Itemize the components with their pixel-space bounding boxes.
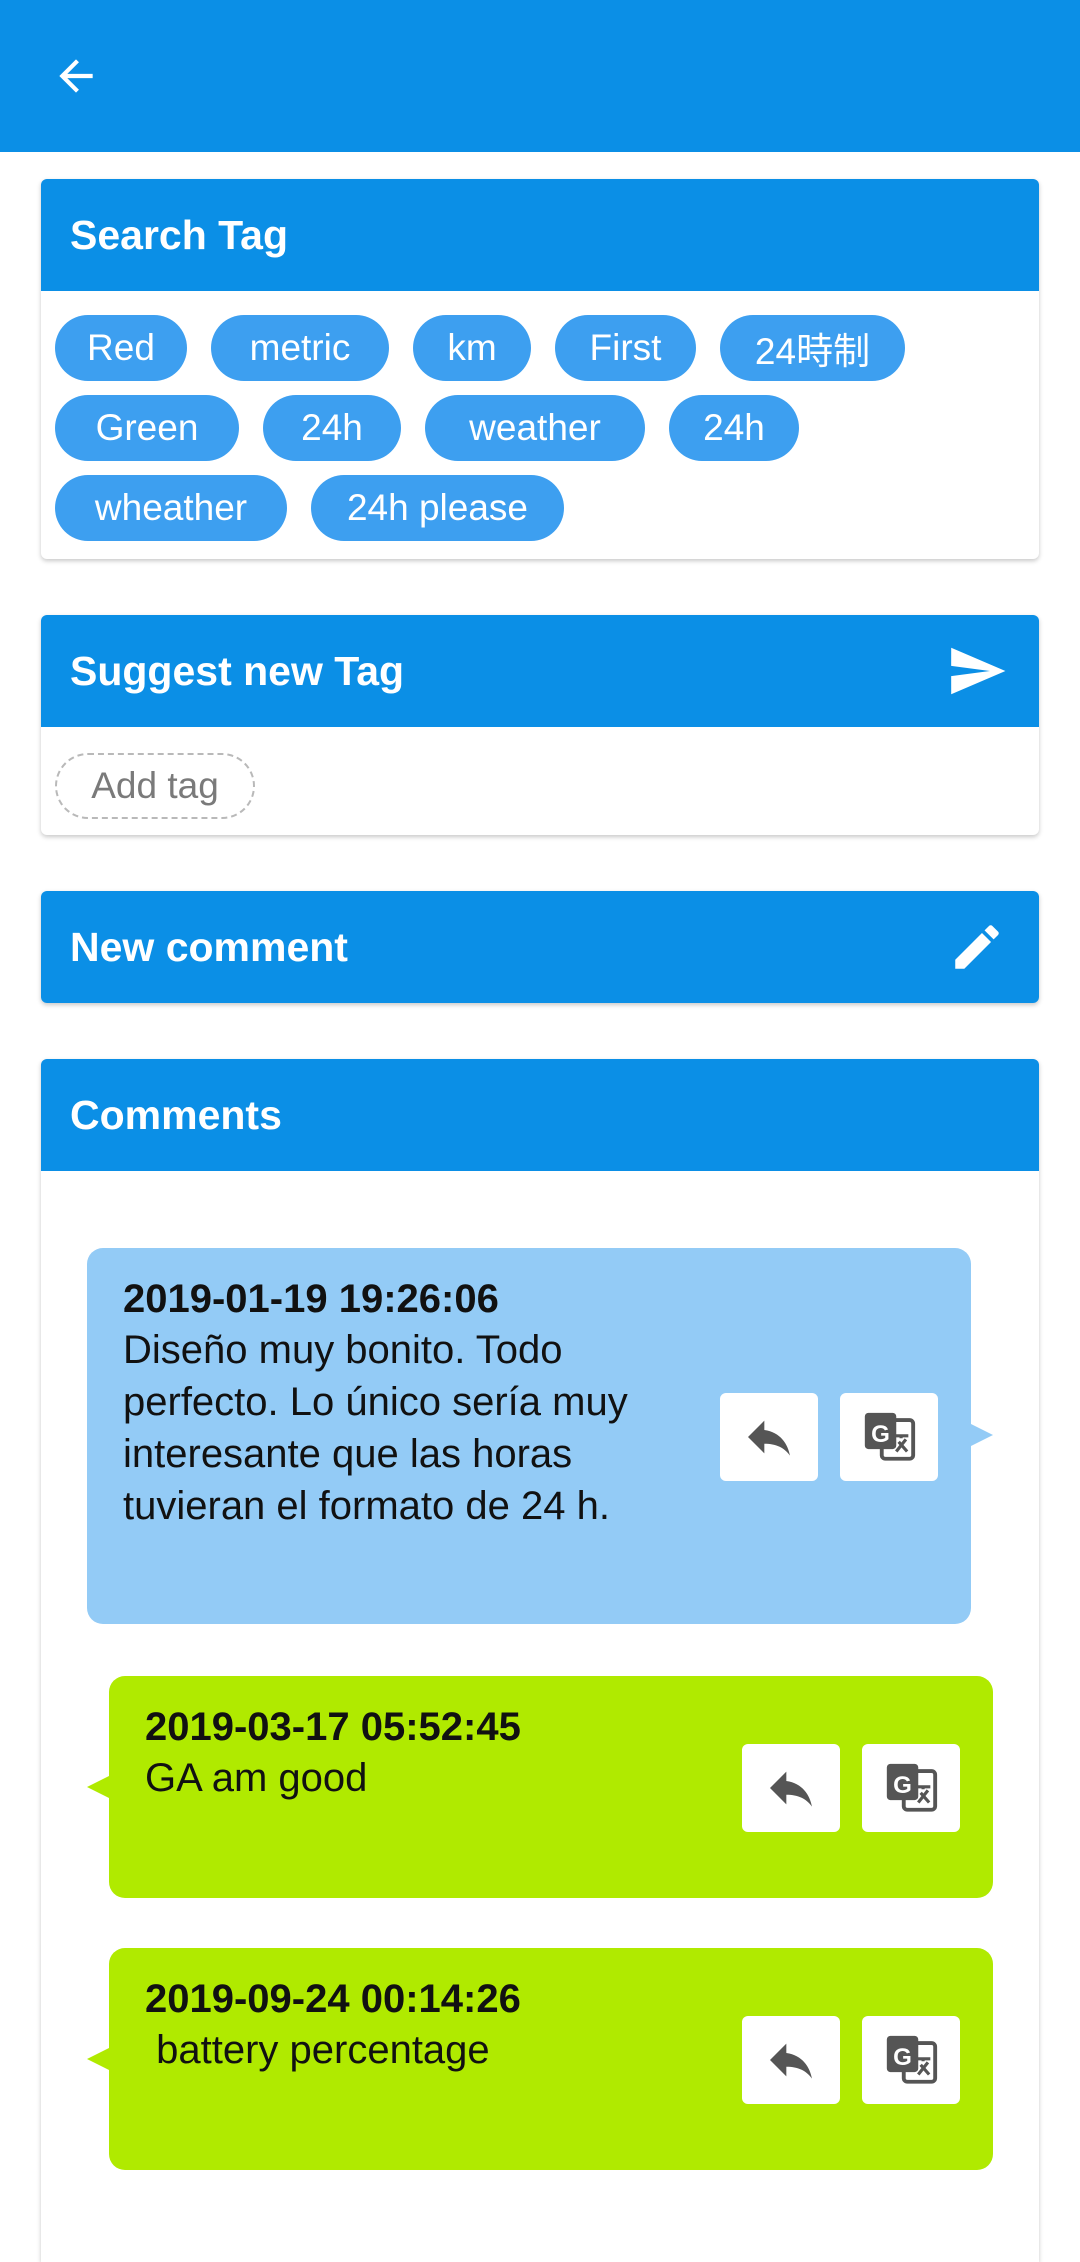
reply-icon	[770, 1771, 812, 1807]
add-tag-input[interactable]: Add tag	[55, 753, 255, 819]
svg-text:G: G	[871, 1421, 890, 1448]
comment-bubble: 2019-01-19 19:26:06 Diseño muy bonito. T…	[87, 1248, 971, 1624]
tag-chip[interactable]: Green	[55, 395, 239, 461]
tag-chip[interactable]: 24時制	[720, 315, 905, 381]
send-icon	[951, 647, 1006, 695]
comment-text: Diseño muy bonito. Todo perfecto. Lo úni…	[123, 1328, 628, 1528]
translate-icon: G	[886, 2035, 938, 2084]
search-tag-title: Search Tag	[70, 211, 288, 258]
tag-chip[interactable]: First	[555, 315, 696, 381]
edit-comment-button[interactable]	[943, 913, 1011, 981]
translate-icon: G	[886, 1763, 938, 1812]
pencil-icon	[955, 925, 999, 969]
reply-icon	[770, 2043, 812, 2079]
back-button[interactable]	[40, 40, 112, 112]
comments-header: Comments	[41, 1059, 1039, 1171]
comment-bubble: 2019-09-24 00:14:26 battery percentage G	[109, 1948, 993, 2170]
translate-button[interactable]: G	[862, 1744, 960, 1832]
tag-chip[interactable]: 24h	[263, 395, 401, 461]
new-comment-title: New comment	[70, 923, 348, 970]
translate-button[interactable]: G	[840, 1393, 938, 1481]
reply-icon	[748, 1420, 790, 1456]
search-tag-card: Search Tag Red metric km First 24時制 Gree…	[41, 179, 1039, 559]
comment-date: 2019-01-19 19:26:06	[123, 1277, 499, 1321]
bubble-tail	[87, 2048, 109, 2070]
suggest-tag-title: Suggest new Tag	[70, 647, 405, 694]
new-comment-card[interactable]: New comment	[41, 891, 1039, 1003]
tag-chip[interactable]: wheather	[55, 475, 287, 541]
tag-chip[interactable]: km	[413, 315, 531, 381]
reply-button[interactable]	[720, 1393, 818, 1481]
tag-chip[interactable]: 24h	[669, 395, 799, 461]
svg-text:G: G	[893, 1772, 912, 1799]
tag-list: Red metric km First 24時制 Green 24h weath…	[41, 291, 1039, 559]
search-tag-header: Search Tag	[41, 179, 1039, 291]
suggest-tag-card: Suggest new Tag Add tag	[41, 615, 1039, 835]
app-bar	[0, 0, 1080, 152]
bubble-tail	[971, 1424, 993, 1446]
tag-chip[interactable]: metric	[211, 315, 389, 381]
send-tag-button[interactable]	[943, 637, 1011, 705]
translate-icon: G	[864, 1412, 916, 1461]
new-comment-header[interactable]: New comment	[41, 891, 1039, 1003]
translate-button[interactable]: G	[862, 2016, 960, 2104]
svg-text:G: G	[893, 2044, 912, 2071]
comment-date: 2019-03-17 05:52:45	[145, 1705, 521, 1749]
reply-button[interactable]	[742, 1744, 840, 1832]
comment-bubble: 2019-03-17 05:52:45 GA am good G	[109, 1676, 993, 1898]
reply-button[interactable]	[742, 2016, 840, 2104]
tag-chip[interactable]: weather	[425, 395, 645, 461]
arrow-back-icon	[59, 59, 93, 93]
comment-date: 2019-09-24 00:14:26	[145, 1977, 521, 2021]
tag-chip[interactable]: 24h please	[311, 475, 564, 541]
comments-title: Comments	[70, 1091, 282, 1138]
comments-card: Comments 2019-01-19 19:26:06 Diseño muy …	[41, 1059, 1039, 2262]
suggest-tag-header: Suggest new Tag	[41, 615, 1039, 727]
add-tag-row: Add tag	[41, 727, 1039, 835]
tag-chip[interactable]: Red	[55, 315, 187, 381]
bubble-tail	[87, 1776, 109, 1798]
